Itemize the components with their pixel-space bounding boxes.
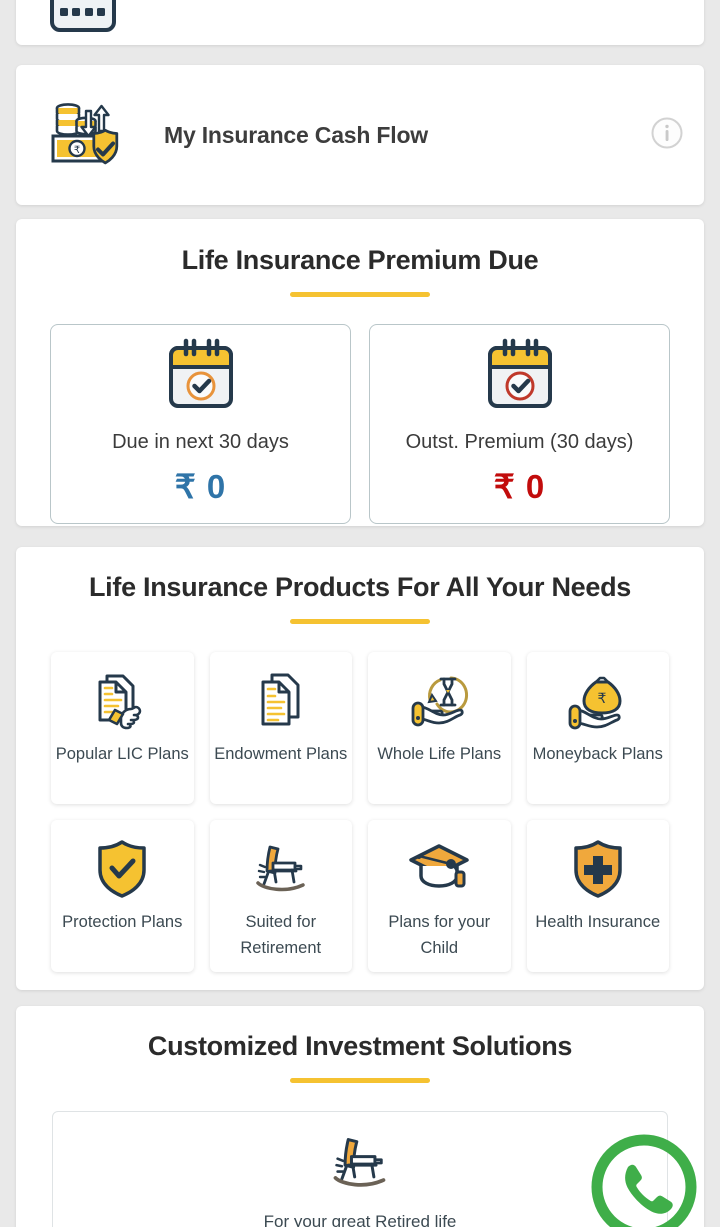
premium-tile-label: Due in next 30 days: [112, 431, 289, 453]
money-bag-hand-icon: ₹: [567, 670, 629, 732]
svg-text:₹: ₹: [597, 690, 606, 706]
product-label: Protection Plans: [62, 913, 183, 931]
calculator-icon: [48, 0, 118, 43]
products-grid: Popular LIC Plans Endowment Plans Whole …: [16, 652, 704, 972]
product-label: Health Insurance: [535, 913, 661, 931]
shield-check-icon: [93, 838, 151, 900]
currency-symbol: ₹: [493, 468, 516, 505]
title-underline: [290, 1078, 430, 1083]
cash-flow-card[interactable]: ₹ My Insurance Cash Flow: [16, 65, 704, 205]
amount-value: 0: [525, 468, 546, 505]
product-label: Suited for Retirement: [240, 913, 322, 957]
product-label: Moneyback Plans: [532, 745, 663, 763]
graduation-cap-icon: [407, 838, 471, 900]
hourglass-hand-icon: [408, 670, 470, 732]
title-underline: [290, 619, 430, 624]
product-label: Whole Life Plans: [377, 745, 502, 763]
product-label: Plans for your Child: [388, 913, 491, 957]
product-tile-popular-lic-plans[interactable]: Popular LIC Plans: [51, 652, 194, 804]
calendar-check-orange-icon: [166, 338, 236, 415]
shield-plus-icon: [569, 838, 627, 900]
whatsapp-floating-button[interactable]: [584, 1127, 704, 1227]
product-tile-suited-for-retirement[interactable]: Suited for Retirement: [209, 820, 352, 972]
investment-tile-label: For your great Retired life: [263, 1211, 457, 1227]
info-icon[interactable]: [650, 116, 684, 155]
calendar-check-red-icon: [485, 338, 555, 415]
premium-tile-due-next-30-days[interactable]: Due in next 30 days ₹ 0: [50, 324, 351, 524]
document-hand-icon: [91, 670, 153, 732]
investment-tile-retired-life[interactable]: For your great Retired life: [52, 1111, 668, 1227]
product-tile-plans-for-your-child[interactable]: Plans for your Child: [368, 820, 511, 972]
documents-icon: [250, 670, 312, 732]
app-screen: ₹ My Insurance Cash Flow Life Insurance …: [0, 0, 720, 1227]
cash-flow-title: My Insurance Cash Flow: [164, 121, 428, 148]
rocking-chair-icon: [250, 838, 312, 900]
premium-tile-outstanding-premium[interactable]: Outst. Premium (30 days) ₹ 0: [369, 324, 670, 524]
premium-due-card: Life Insurance Premium Due Due in next 3…: [16, 219, 704, 526]
product-label: Endowment Plans: [214, 745, 348, 763]
product-label: Popular LIC Plans: [55, 745, 189, 763]
investment-title: Customized Investment Solutions: [147, 1031, 573, 1061]
currency-symbol: ₹: [174, 468, 197, 505]
product-tile-endowment-plans[interactable]: Endowment Plans: [209, 652, 352, 804]
product-tile-moneyback-plans[interactable]: ₹ Moneyback Plans: [526, 652, 669, 804]
rocking-chair-icon: [324, 1131, 396, 1200]
title-underline: [290, 292, 430, 297]
amount-value: 0: [206, 468, 227, 505]
products-card: Life Insurance Products For All Your Nee…: [16, 547, 704, 990]
products-title: Life Insurance Products For All Your Nee…: [88, 572, 632, 602]
premium-tile-label: Outst. Premium (30 days): [405, 431, 634, 453]
whatsapp-icon: [591, 1134, 697, 1227]
premium-tile-amount: ₹ 0: [175, 467, 227, 506]
partial-card-above: [16, 0, 704, 45]
premium-due-title: Life Insurance Premium Due: [181, 245, 539, 275]
premium-tile-amount: ₹ 0: [494, 467, 546, 506]
product-tile-health-insurance[interactable]: Health Insurance: [526, 820, 669, 972]
money-shield-icon: ₹: [46, 93, 126, 178]
product-tile-whole-life-plans[interactable]: Whole Life Plans: [368, 652, 511, 804]
product-tile-protection-plans[interactable]: Protection Plans: [51, 820, 194, 972]
svg-text:₹: ₹: [74, 145, 80, 156]
